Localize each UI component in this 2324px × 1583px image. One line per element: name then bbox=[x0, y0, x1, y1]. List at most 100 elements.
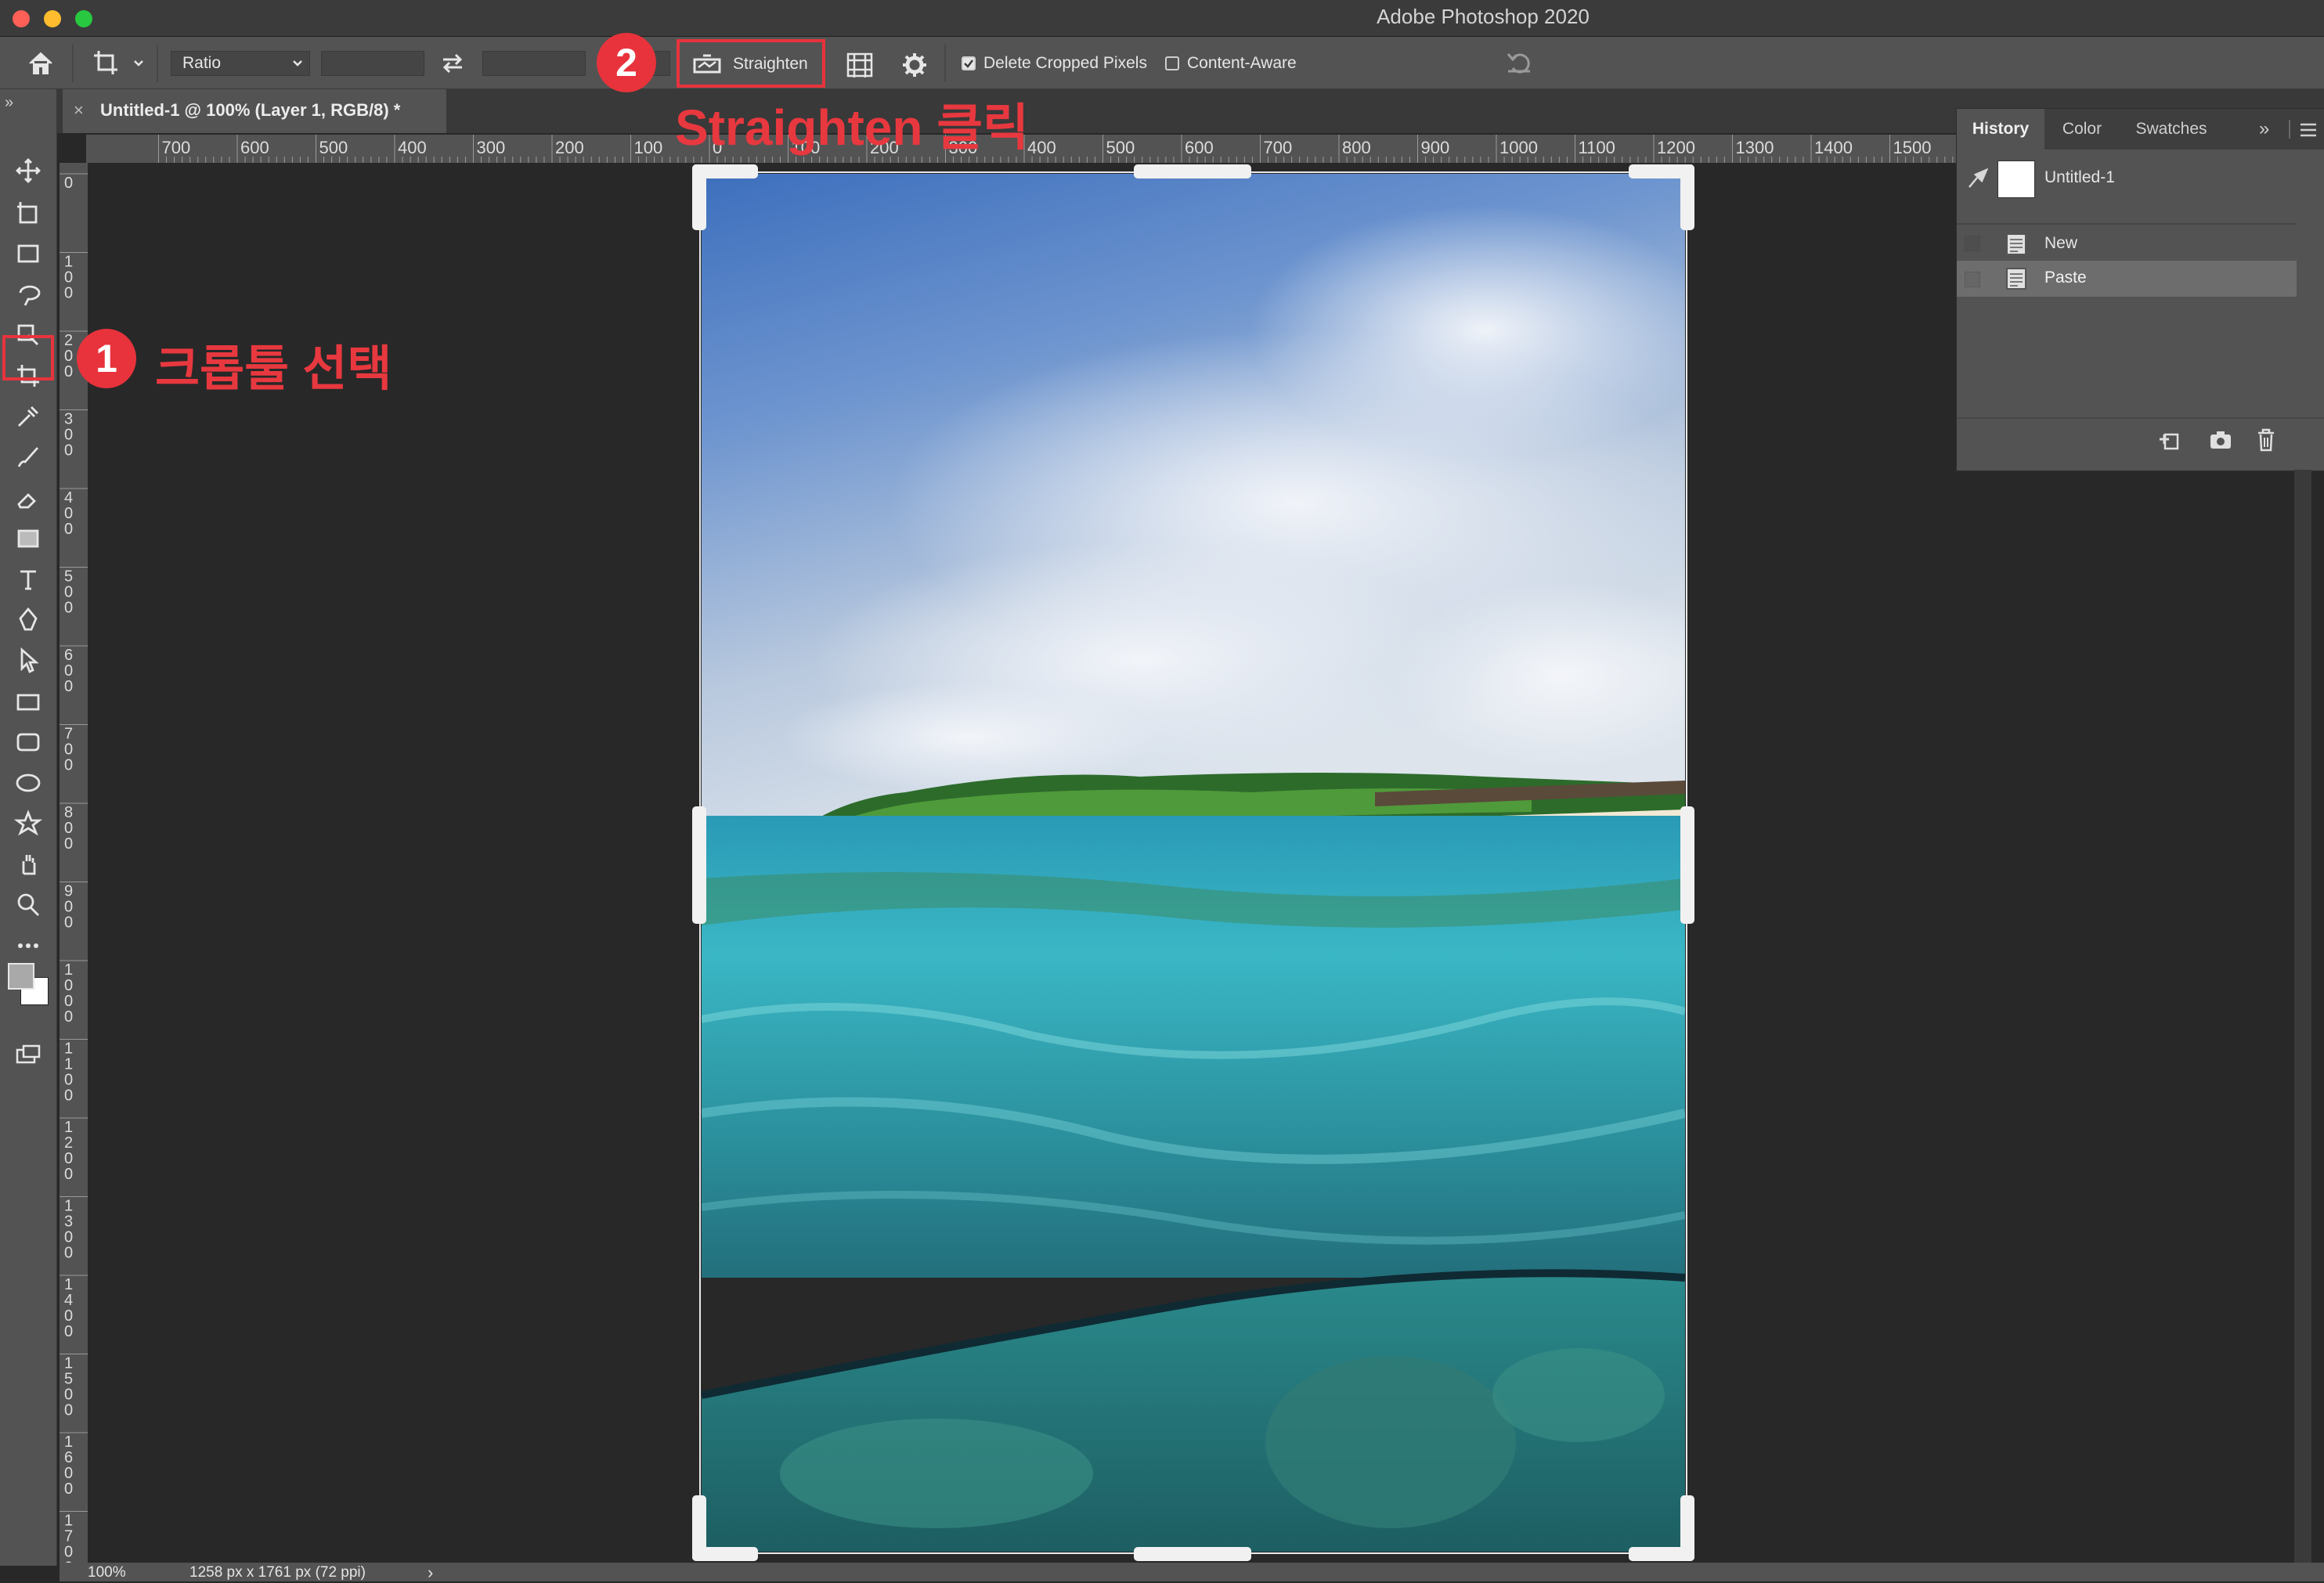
home-button[interactable] bbox=[25, 49, 56, 78]
ruler-label: 1 bbox=[64, 1056, 73, 1073]
expand-toolbar-icon[interactable]: » bbox=[5, 94, 13, 112]
new-document-from-state-icon[interactable] bbox=[2157, 430, 2181, 452]
overlay-options-button[interactable] bbox=[844, 51, 875, 79]
document-tab-title: Untitled-1 @ 100% (Layer 1, RGB/8) * bbox=[100, 100, 401, 120]
document-tab[interactable]: × Untitled-1 @ 100% (Layer 1, RGB/8) * bbox=[63, 89, 446, 133]
pen-tool-button[interactable] bbox=[11, 603, 45, 637]
move-tool-button[interactable] bbox=[11, 153, 45, 188]
artboard-tool-icon bbox=[17, 202, 38, 224]
ruler-label: 0 bbox=[64, 175, 73, 192]
ruler-label: 5 bbox=[64, 568, 73, 586]
reset-icon bbox=[1507, 53, 1530, 74]
ratio-select[interactable]: Ratio bbox=[171, 51, 310, 76]
ruler-label: 0 bbox=[64, 741, 73, 759]
screen-mode-button[interactable] bbox=[11, 1038, 45, 1073]
ruler-label: 1 bbox=[64, 1119, 73, 1136]
snapshot-thumbnail bbox=[1997, 160, 2035, 198]
crop-handle-top-left-h[interactable] bbox=[692, 164, 758, 178]
ruler-label: 1 bbox=[64, 1198, 73, 1215]
crop-handle-top-right-h[interactable] bbox=[1629, 164, 1694, 178]
history-item-checkbox[interactable] bbox=[1965, 272, 1980, 287]
camera-icon[interactable] bbox=[2209, 430, 2232, 450]
swap-icon bbox=[442, 53, 463, 74]
crop-frame[interactable] bbox=[699, 171, 1687, 1554]
history-item-selected[interactable]: Paste bbox=[1957, 261, 2297, 297]
ruler-label: 0 bbox=[64, 1386, 73, 1404]
crop-tool-highlight bbox=[2, 335, 54, 380]
crop-handle-bottom-left-h[interactable] bbox=[692, 1547, 758, 1561]
hand-tool-button[interactable] bbox=[11, 847, 45, 882]
ruler-label: 0 bbox=[64, 1229, 73, 1246]
document-info: 1258 px x 1761 px (72 ppi) bbox=[189, 1564, 366, 1581]
color-swatches[interactable] bbox=[8, 963, 52, 1007]
close-tab-icon[interactable]: × bbox=[74, 100, 84, 121]
artboard-tool-button[interactable] bbox=[11, 196, 45, 230]
tab-swatches[interactable]: Swatches bbox=[2120, 109, 2223, 150]
rectangle-tool-button[interactable] bbox=[11, 684, 45, 719]
marquee-tool-button[interactable] bbox=[11, 236, 45, 271]
type-tool-icon bbox=[20, 570, 36, 590]
gradient-tool-button[interactable] bbox=[11, 521, 45, 556]
ruler-label: 300 bbox=[477, 138, 506, 157]
step2-text: Straighten 클릭 bbox=[675, 99, 1030, 156]
ellipse-tool-button[interactable] bbox=[11, 766, 45, 800]
panel-dock-scrollbar[interactable] bbox=[2294, 470, 2311, 1563]
path-select-tool-button[interactable] bbox=[11, 644, 45, 678]
ruler-label: 0 bbox=[64, 1008, 73, 1026]
crop-handle-right[interactable] bbox=[1680, 806, 1694, 924]
ruler-label: 0 bbox=[64, 1544, 73, 1561]
ruler-label: 700 bbox=[1264, 138, 1293, 157]
zoom-tool-button[interactable] bbox=[11, 888, 45, 922]
options-bar: Ratio Straighten Delete Cropped Pixels C… bbox=[0, 37, 2324, 89]
brush-tool-button[interactable] bbox=[11, 440, 45, 474]
step1-text: 크롭툴 선택 bbox=[155, 342, 392, 396]
ruler-label: 0 bbox=[64, 678, 73, 695]
collapse-panels-icon[interactable]: » bbox=[2259, 118, 2269, 140]
ruler-label: 0 bbox=[64, 348, 73, 365]
tab-color[interactable]: Color bbox=[2044, 109, 2120, 150]
ruler-label: 7 bbox=[64, 726, 73, 743]
delete-cropped-pixels-checkbox[interactable] bbox=[962, 56, 976, 70]
ruler-label: 0 bbox=[64, 835, 73, 853]
content-aware-checkbox[interactable] bbox=[1165, 56, 1179, 70]
crop-preset-picker[interactable] bbox=[91, 48, 147, 79]
crop-handle-top[interactable] bbox=[1134, 164, 1251, 178]
trash-icon[interactable] bbox=[2256, 428, 2276, 452]
gradient-tool-icon bbox=[17, 529, 39, 548]
crop-handle-left[interactable] bbox=[692, 806, 706, 924]
history-item[interactable]: New bbox=[1957, 225, 2297, 261]
eraser-tool-button[interactable] bbox=[11, 481, 45, 515]
tab-history[interactable]: History bbox=[1957, 109, 2044, 150]
zoom-level[interactable]: 100% bbox=[88, 1564, 126, 1581]
crop-settings-button[interactable] bbox=[900, 51, 929, 79]
lasso-tool-button[interactable] bbox=[11, 277, 45, 312]
history-document-icon bbox=[2006, 233, 2026, 255]
more-tools-button[interactable] bbox=[11, 929, 45, 963]
ruler-label: 0 bbox=[64, 505, 73, 522]
height-input[interactable] bbox=[482, 51, 586, 76]
panel-menu-icon[interactable] bbox=[2300, 123, 2317, 137]
ruler-label: 0 bbox=[64, 1166, 73, 1183]
ruler-label: 0 bbox=[64, 521, 73, 538]
ruler-label: 0 bbox=[64, 1323, 73, 1340]
type-tool-button[interactable] bbox=[11, 562, 45, 597]
reset-button[interactable] bbox=[1503, 48, 1535, 78]
screen-mode-icon bbox=[16, 1044, 41, 1064]
custom-shape-tool-button[interactable] bbox=[11, 806, 45, 841]
ruler-label: 0 bbox=[64, 600, 73, 617]
crop-handle-bottom[interactable] bbox=[1134, 1547, 1251, 1561]
ruler-label: 800 bbox=[1342, 138, 1371, 157]
eyedropper-tool-button[interactable] bbox=[11, 399, 45, 434]
history-item-checkbox[interactable] bbox=[1965, 236, 1980, 251]
foreground-color-swatch[interactable] bbox=[8, 963, 34, 990]
ruler-label: 0 bbox=[64, 584, 73, 601]
rounded-rect-tool-button[interactable] bbox=[11, 725, 45, 759]
history-snapshot[interactable]: Untitled-1 bbox=[1957, 153, 2324, 204]
ruler-label: 1 bbox=[64, 254, 73, 271]
lasso-tool-icon bbox=[19, 285, 41, 306]
status-menu-arrow[interactable]: › bbox=[428, 1563, 433, 1583]
ruler-label: 9 bbox=[64, 883, 73, 900]
swap-dimensions-button[interactable] bbox=[438, 51, 467, 76]
width-input[interactable] bbox=[321, 51, 424, 76]
crop-handle-bottom-right-h[interactable] bbox=[1629, 1547, 1694, 1561]
